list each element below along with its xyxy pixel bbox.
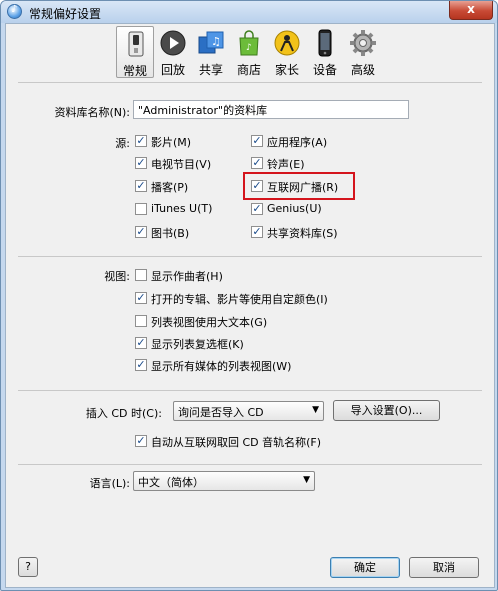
preferences-window: 常规偏好设置 x 常规 回放 [0, 0, 498, 591]
gear-icon [350, 30, 376, 56]
tab-general[interactable]: 常规 [116, 26, 154, 78]
tab-label: 商店 [236, 63, 261, 77]
checkbox-large-text-label: 列表视图使用大文本(G) [151, 316, 268, 329]
help-button[interactable]: ? [18, 557, 38, 577]
checkbox-custom-colors[interactable]: ✓ [135, 292, 147, 304]
sources-label: 源: [115, 137, 130, 150]
window-title: 常规偏好设置 [29, 7, 102, 21]
parental-icon [274, 30, 300, 56]
close-button[interactable]: x [449, 1, 493, 20]
play-icon [160, 30, 186, 56]
checkbox-movies-label: 影片(M) [151, 136, 192, 149]
checkbox-movies[interactable]: ✓ [135, 135, 147, 147]
sources-divider [18, 256, 482, 257]
views-label: 视图: [104, 270, 130, 283]
language-label: 语言(L): [89, 477, 130, 490]
checkbox-list-view-all-label: 显示所有媒体的列表视图(W) [151, 360, 292, 373]
tab-label: 常规 [122, 64, 147, 78]
iphone-icon [318, 29, 332, 57]
cd-divider [18, 464, 482, 465]
checkbox-books[interactable]: ✓ [135, 226, 147, 238]
checkbox-ringtones[interactable]: ✓ [251, 157, 263, 169]
chevron-down-icon: ▼ [312, 405, 319, 415]
checkbox-custom-colors-label: 打开的专辑、影片等使用自定颜色(I) [151, 293, 328, 306]
language-select[interactable]: 中文（简体） ▼ [133, 471, 315, 491]
insert-cd-select[interactable]: 询问是否导入 CD ▼ [173, 401, 324, 421]
import-settings-button[interactable]: 导入设置(O)... [333, 400, 440, 421]
checkbox-genius-label: Genius(U) [267, 202, 322, 215]
checkbox-tv-shows-label: 电视节目(V) [151, 158, 212, 171]
library-name-input[interactable]: "Administrator"的资料库 [133, 100, 409, 119]
checkbox-list-checkboxes-label: 显示列表复选框(K) [151, 338, 244, 351]
tab-store[interactable]: ♪ 商店 [230, 26, 268, 78]
tab-advanced[interactable]: 高级 [344, 26, 382, 78]
checkbox-shared-libraries-label: 共享资料库(S) [267, 227, 338, 240]
tab-parental[interactable]: 家长 [268, 26, 306, 78]
checkbox-shared-libraries[interactable]: ✓ [251, 226, 263, 238]
tab-label: 设备 [312, 63, 337, 77]
checkbox-auto-fetch-cd-label: 自动从互联网取回 CD 音轨名称(F) [151, 436, 322, 449]
checkbox-itunes-u-label: iTunes U(T) [151, 202, 213, 215]
itunes-icon [7, 4, 22, 19]
ok-button[interactable]: 确定 [330, 557, 400, 578]
title-bar[interactable]: 常规偏好设置 x [1, 1, 497, 23]
svg-text:♫: ♫ [211, 35, 221, 48]
tab-playback[interactable]: 回放 [154, 26, 192, 78]
checkbox-ringtones-label: 铃声(E) [267, 158, 305, 171]
music-note-icon: ♫ [198, 31, 224, 54]
library-name-label: 资料库名称(N): [54, 106, 130, 119]
cancel-button[interactable]: 取消 [409, 557, 479, 578]
tab-sharing[interactable]: ♫ 共享 [192, 26, 230, 78]
checkbox-show-composer[interactable] [135, 269, 147, 281]
language-value: 中文（简体） [138, 476, 204, 489]
checkbox-podcasts[interactable]: ✓ [135, 180, 147, 192]
tab-label: 共享 [198, 63, 223, 77]
checkbox-itunes-u[interactable] [135, 203, 147, 215]
checkbox-show-composer-label: 显示作曲者(H) [151, 270, 223, 283]
tab-devices[interactable]: 设备 [306, 26, 344, 78]
tab-label: 家长 [274, 63, 299, 77]
insert-cd-value: 询问是否导入 CD [178, 406, 264, 419]
checkbox-applications[interactable]: ✓ [251, 135, 263, 147]
checkbox-books-label: 图书(B) [151, 227, 190, 240]
checkbox-genius[interactable]: ✓ [251, 203, 263, 215]
shopping-bag-icon: ♪ [239, 30, 259, 56]
checkbox-tv-shows[interactable]: ✓ [135, 157, 147, 169]
insert-cd-label: 插入 CD 时(C): [85, 407, 162, 420]
checkbox-podcasts-label: 播客(P) [151, 181, 189, 194]
checkbox-large-text[interactable] [135, 315, 147, 327]
checkbox-list-view-all[interactable]: ✓ [135, 359, 147, 371]
dialog-body: 常规 回放 ♫ 共享 ♪ 商店 家长 设备 高级 资料库名称(N): "Admi… [5, 23, 495, 588]
tab-label: 高级 [350, 63, 375, 77]
annotation-highlight-box [243, 172, 355, 200]
toolbar-divider [18, 82, 482, 83]
views-divider [18, 390, 482, 391]
switch-icon [128, 31, 144, 57]
checkbox-applications-label: 应用程序(A) [267, 136, 328, 149]
preferences-toolbar: 常规 回放 ♫ 共享 ♪ 商店 家长 设备 高级 [116, 26, 382, 78]
svg-text:♪: ♪ [246, 43, 252, 53]
checkbox-auto-fetch-cd[interactable]: ✓ [135, 435, 147, 447]
chevron-down-icon: ▼ [303, 475, 310, 485]
checkbox-list-checkboxes[interactable]: ✓ [135, 337, 147, 349]
tab-label: 回放 [160, 63, 185, 77]
